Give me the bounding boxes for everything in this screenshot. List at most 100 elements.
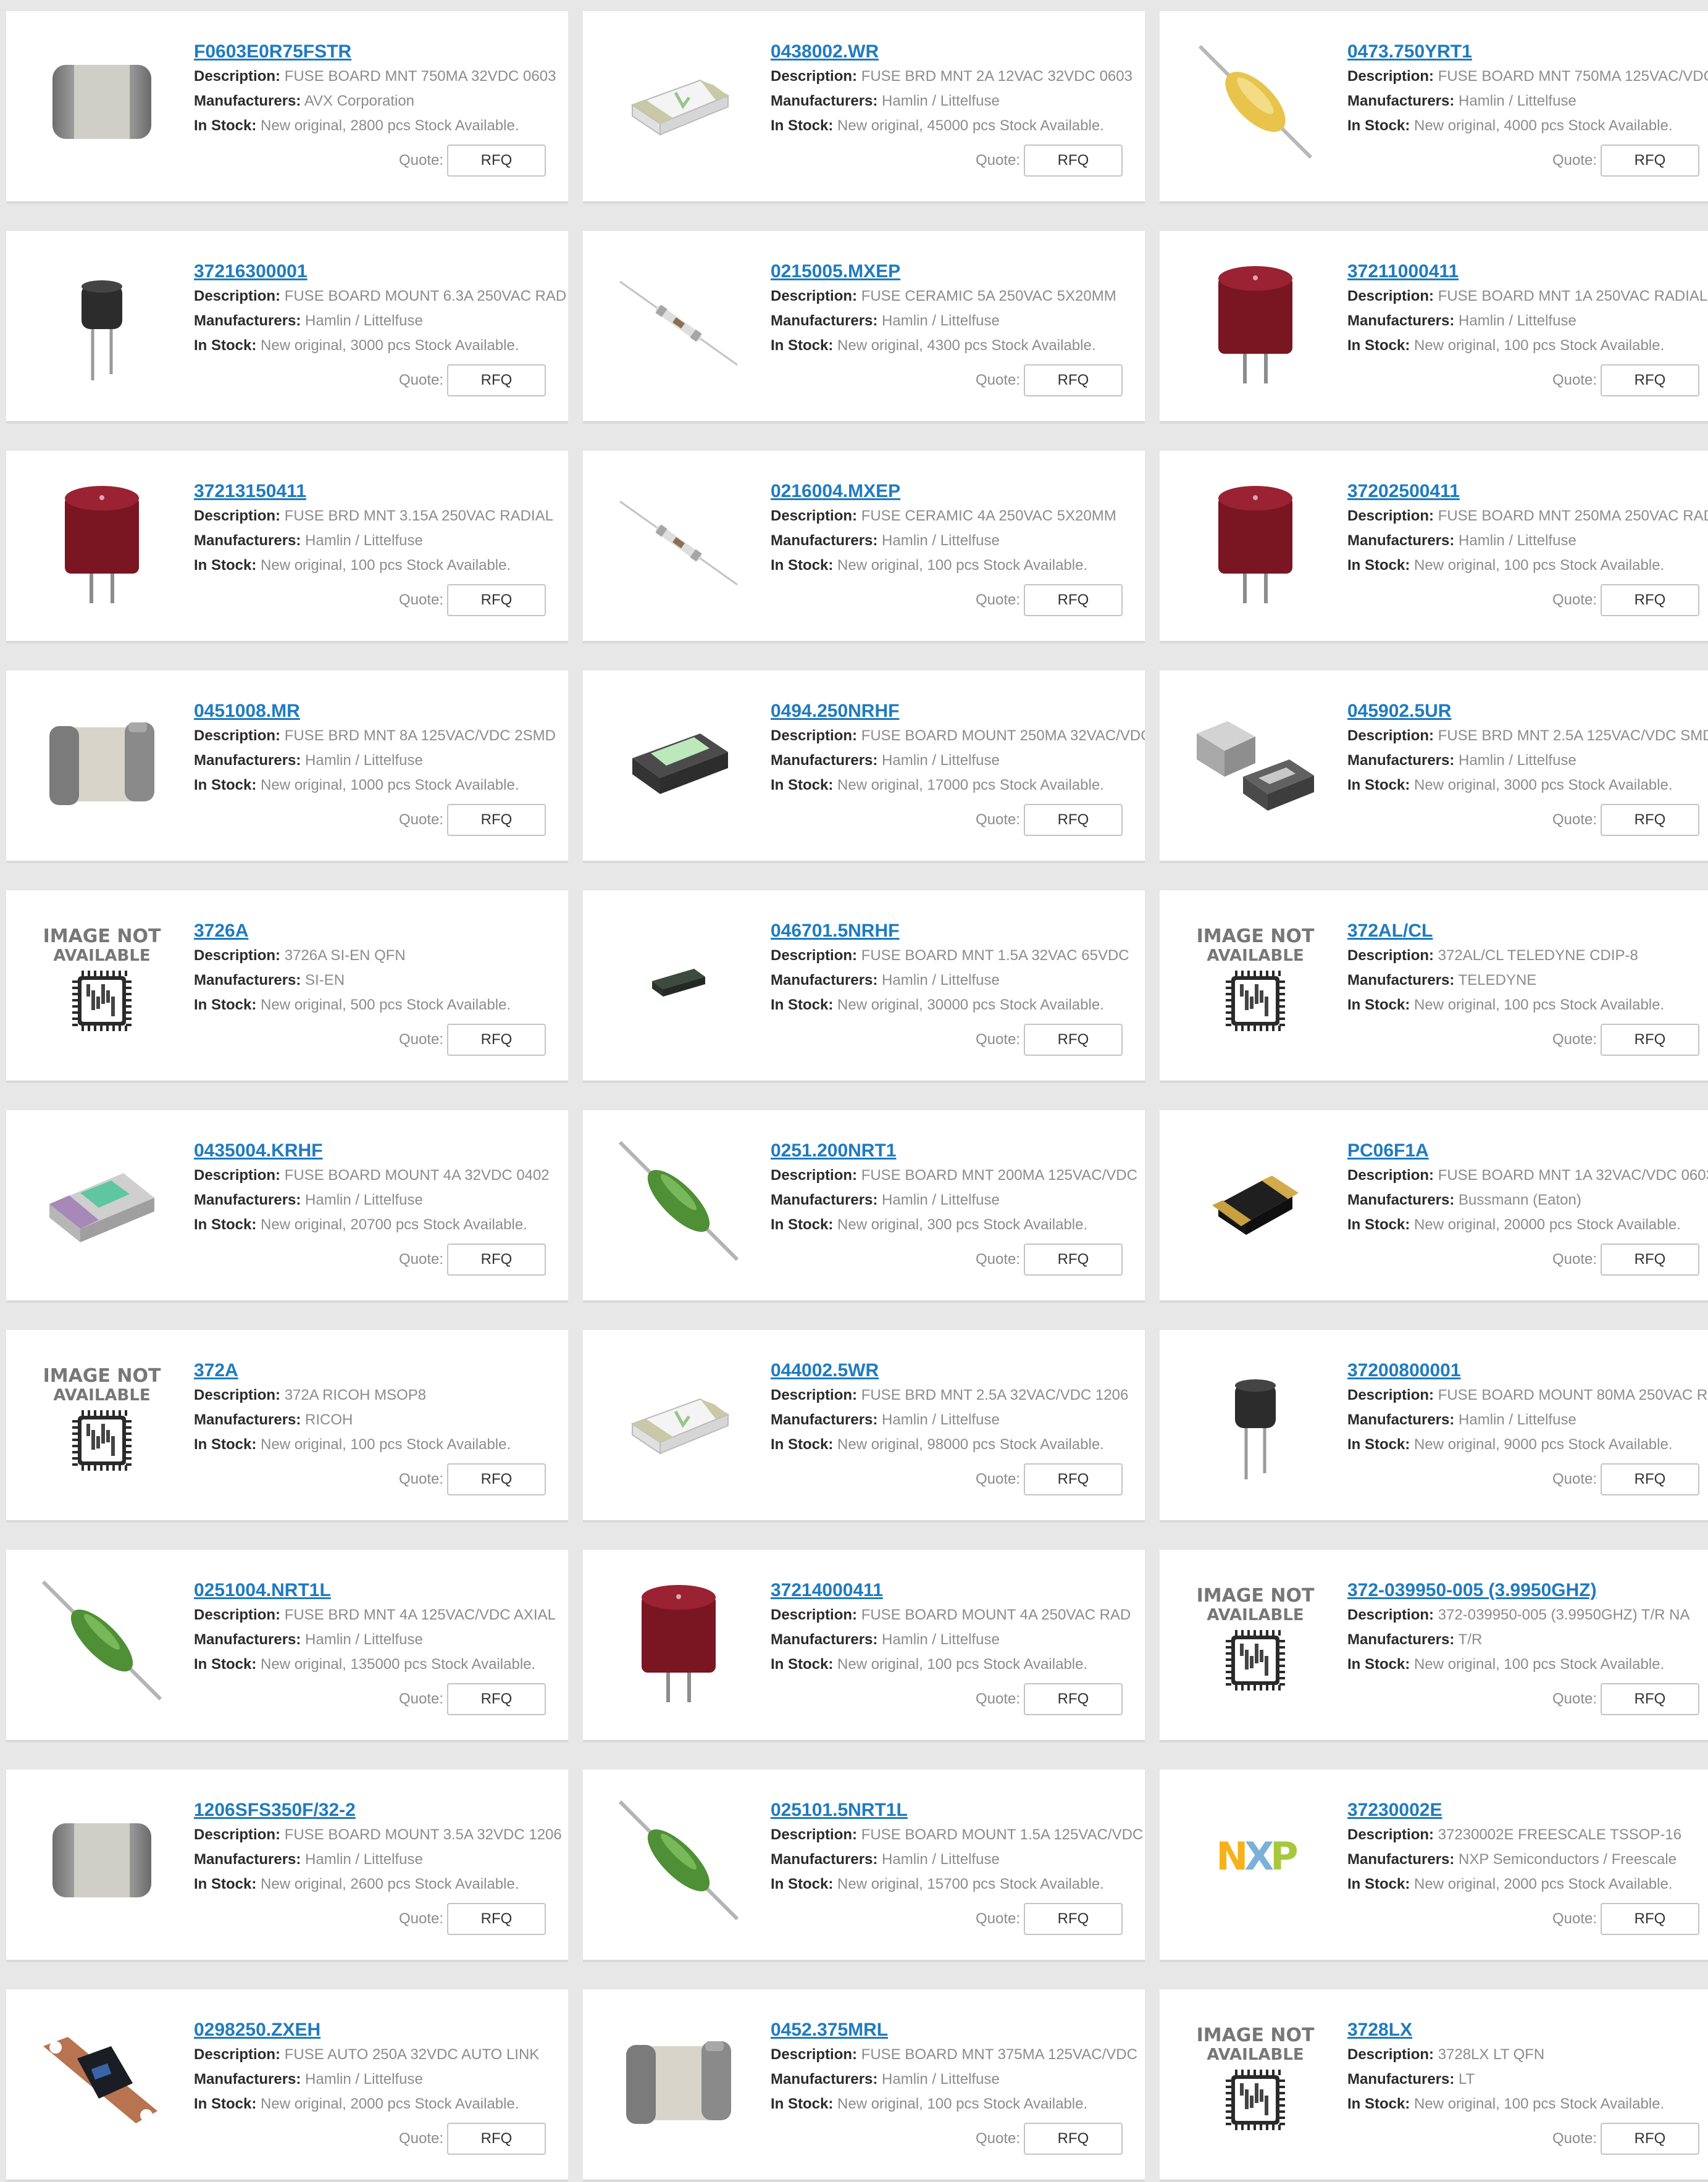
rfq-button[interactable]: RFQ [1024,1024,1123,1056]
rfq-button[interactable]: RFQ [1024,1903,1123,1935]
rfq-button[interactable]: RFQ [447,1244,546,1276]
part-number-link[interactable]: F0603E0R75FSTR [194,40,568,64]
product-thumbnail[interactable] [31,251,173,393]
rfq-button[interactable]: RFQ [1601,1244,1699,1276]
product-thumbnail[interactable] [608,2009,750,2151]
part-number-link[interactable]: 0452.375MRL [771,2018,1145,2042]
part-number-link[interactable]: 37211000411 [1347,259,1708,284]
rfq-button[interactable]: RFQ [1601,584,1699,616]
product-thumbnail[interactable] [1184,470,1326,612]
part-number-link[interactable]: 044002.5WR [771,1358,1145,1383]
part-number-link[interactable]: 0473.750YRT1 [1347,40,1708,64]
product-thumbnail[interactable] [608,31,750,173]
part-number-link[interactable]: 0451008.MR [194,699,568,724]
rfq-button[interactable]: RFQ [1024,364,1123,396]
product-thumbnail[interactable] [608,910,750,1052]
rfq-button[interactable]: RFQ [447,144,546,177]
rfq-button[interactable]: RFQ [1024,144,1123,177]
product-thumbnail[interactable] [31,31,173,173]
product-thumbnail[interactable] [608,1350,750,1492]
rfq-button[interactable]: RFQ [1601,1463,1699,1495]
part-number-link[interactable]: 37216300001 [194,259,568,284]
part-number-link[interactable]: 37230002E [1347,1798,1708,1823]
rfq-button[interactable]: RFQ [1601,144,1699,177]
rfq-button[interactable]: RFQ [447,1463,546,1495]
product-thumbnail[interactable] [1184,690,1326,832]
product-thumbnail[interactable] [31,1570,173,1712]
product-info: 0216004.MXEP Description: FUSE CERAMIC 4A… [771,479,1145,578]
part-number-link[interactable]: 37213150411 [194,479,568,504]
product-thumbnail[interactable] [31,470,173,612]
product-info: F0603E0R75FSTR Description: FUSE BOARD MN… [194,40,568,138]
rfq-button[interactable]: RFQ [447,1903,546,1935]
part-number-link[interactable]: 37200800001 [1347,1358,1708,1383]
part-number-link[interactable]: 37214000411 [771,1578,1145,1603]
in-stock-label: In Stock: [194,337,257,354]
product-thumbnail[interactable] [608,690,750,832]
part-number-link[interactable]: 0494.250NRHF [771,699,1145,724]
rfq-button[interactable]: RFQ [1601,364,1699,396]
rfq-button[interactable]: RFQ [1601,1903,1699,1935]
part-number-link[interactable]: 0438002.WR [771,40,1145,64]
rfq-button[interactable]: RFQ [1024,1244,1123,1276]
product-thumbnail[interactable] [608,1789,750,1931]
product-thumbnail[interactable] [608,1570,750,1712]
rfq-button[interactable]: RFQ [447,364,546,396]
product-thumbnail[interactable] [31,1130,173,1272]
part-number-link[interactable]: 0215005.MXEP [771,259,1145,284]
part-number-link[interactable]: 372A [194,1358,568,1383]
product-thumbnail[interactable]: IMAGE NOT AVAILABLE [31,1350,173,1492]
manufacturer-row: Manufacturers: Hamlin / Littelfuse [194,1628,568,1652]
rfq-button[interactable]: RFQ [447,2123,546,2155]
image-not-available-line2: AVAILABLE [1207,947,1304,965]
product-thumbnail[interactable]: IMAGE NOT AVAILABLE [1184,910,1326,1052]
rfq-button[interactable]: RFQ [447,1683,546,1715]
product-thumbnail[interactable] [608,251,750,393]
product-thumbnail[interactable]: IMAGE NOT AVAILABLE [1184,2009,1326,2151]
part-number-link[interactable]: 3726A [194,919,568,943]
product-info: 37211000411 Description: FUSE BOARD MNT 1… [1347,259,1708,358]
product-thumbnail[interactable]: NXP [1184,1789,1326,1931]
rfq-button[interactable]: RFQ [1601,804,1699,836]
quote-area: Quote: RFQ [976,1683,1123,1715]
rfq-button[interactable]: RFQ [1024,804,1123,836]
part-number-link[interactable]: 372-039950-005 (3.9950GHZ) [1347,1578,1708,1603]
rfq-button[interactable]: RFQ [1024,1683,1123,1715]
part-number-link[interactable]: 046701.5NRHF [771,919,1145,943]
rfq-button[interactable]: RFQ [1601,1683,1699,1715]
product-info: 37230002E Description: 37230002E FREESCAL… [1347,1798,1708,1897]
product-thumbnail[interactable] [1184,1350,1326,1492]
part-number-link[interactable]: 0435004.KRHF [194,1139,568,1163]
part-number-link[interactable]: 0216004.MXEP [771,479,1145,504]
part-number-link[interactable]: 0298250.ZXEH [194,2018,568,2042]
product-thumbnail[interactable] [31,1789,173,1931]
product-thumbnail[interactable] [31,690,173,832]
product-thumbnail[interactable] [1184,31,1326,173]
part-number-link[interactable]: 372AL/CL [1347,919,1708,943]
manufacturer-row: Manufacturers: Hamlin / Littelfuse [194,2067,568,2092]
part-number-link[interactable]: 025101.5NRT1L [771,1798,1145,1823]
product-thumbnail[interactable] [1184,251,1326,393]
product-thumbnail[interactable] [1184,1130,1326,1272]
product-thumbnail[interactable] [31,2009,173,2151]
product-thumbnail[interactable] [608,470,750,612]
rfq-button[interactable]: RFQ [1601,2123,1699,2155]
part-number-link[interactable]: PC06F1A [1347,1139,1708,1163]
part-number-link[interactable]: 37202500411 [1347,479,1708,504]
part-number-link[interactable]: 0251004.NRT1L [194,1578,568,1603]
product-thumbnail[interactable]: IMAGE NOT AVAILABLE [1184,1570,1326,1712]
rfq-button[interactable]: RFQ [1601,1024,1699,1056]
rfq-button[interactable]: RFQ [447,584,546,616]
rfq-button[interactable]: RFQ [1024,2123,1123,2155]
part-number-link[interactable]: 045902.5UR [1347,699,1708,724]
part-number-link[interactable]: 1206SFS350F/32-2 [194,1798,568,1823]
manufacturer-row: Manufacturers: Hamlin / Littelfuse [771,968,1145,993]
part-number-link[interactable]: 3728LX [1347,2018,1708,2042]
part-number-link[interactable]: 0251.200NRT1 [771,1139,1145,1163]
product-thumbnail[interactable] [608,1130,750,1272]
rfq-button[interactable]: RFQ [1024,584,1123,616]
product-thumbnail[interactable]: IMAGE NOT AVAILABLE [31,910,173,1052]
rfq-button[interactable]: RFQ [447,804,546,836]
rfq-button[interactable]: RFQ [447,1024,546,1056]
rfq-button[interactable]: RFQ [1024,1463,1123,1495]
